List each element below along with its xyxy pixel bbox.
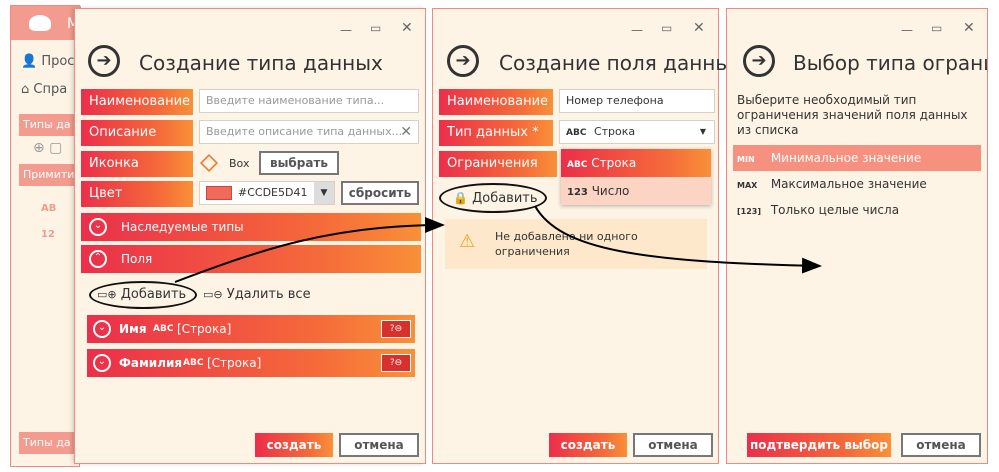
app-logo-icon (29, 15, 51, 31)
home-icon: ⌂ (21, 82, 30, 97)
constraint-prompt: Выберите необходимый тип ограничения зна… (737, 93, 968, 137)
maximize-icon[interactable]: ▭ (661, 21, 672, 35)
string-type-icon: ABC (566, 128, 587, 138)
remove-field-icon[interactable]: ?⊖ (381, 320, 411, 338)
minimize-icon[interactable]: — (631, 23, 643, 37)
toolbar-icons: ⊕ ▢ (33, 140, 63, 156)
type-dropdown: ABC Строка 123 Число (561, 149, 711, 205)
number-type-icon: 123 (567, 187, 588, 198)
color-label: Цвет (81, 181, 193, 207)
icon-value: Box (229, 157, 250, 170)
add-field-icon: ▭⊕ (97, 288, 117, 301)
tab-data-types-bottom[interactable]: Типы да (19, 432, 81, 454)
main-window: M 👤 Прос ⌂ Спра Типы да ⊕ ▢ Примити AB12… (10, 5, 81, 467)
cancel-button[interactable]: отмена (901, 433, 981, 457)
user-icon: 👤 (21, 54, 38, 69)
chevron-up-icon: ⌃ (89, 250, 107, 268)
page-title: Выбор типа огранич (793, 51, 988, 75)
dropdown-option-string[interactable]: ABC Строка (561, 149, 711, 177)
close-icon[interactable]: ✕ (963, 20, 975, 36)
constraint-item-min[interactable]: MIN Минимальное значение (733, 145, 981, 171)
chevron-down-icon: ⌄ (89, 218, 107, 236)
constraint-item-integer[interactable]: [123] Только целые числа (733, 197, 981, 223)
page-title: Создание поля данных (499, 51, 744, 75)
back-arrow-icon[interactable]: ➔ (743, 45, 775, 77)
create-field-window: — ▭ ✕ ➔ Создание поля данных Наименовани… (432, 8, 743, 464)
constraint-type-window: — ▭ ✕ ➔ Выбор типа огранич Выберите необ… (726, 8, 988, 464)
back-arrow-icon[interactable]: ➔ (88, 45, 120, 77)
lock-icon: 🔒 (453, 191, 468, 205)
string-type-icon: ABC (153, 324, 174, 334)
string-type-icon: ABC (183, 358, 204, 368)
cancel-button[interactable]: отмена (633, 433, 713, 457)
cancel-button[interactable]: отмена (339, 433, 419, 457)
tab-primitives[interactable]: Примити (19, 164, 81, 186)
clear-icon[interactable]: ✕ (400, 121, 412, 143)
chevron-down-icon: ⌄ (93, 320, 111, 338)
min-icon: MIN (737, 155, 755, 164)
field-row[interactable]: ⌄ Фамилия ABC [Строка] ?⊖ (87, 349, 415, 377)
maximize-icon[interactable]: ▭ (370, 21, 381, 35)
chevron-down-icon: ⌄ (93, 354, 111, 372)
warning-icon: ⚠ (459, 231, 476, 252)
page-title: Создание типа данных (139, 51, 383, 75)
primitive-icons: AB 12 (41, 203, 57, 240)
constraints-label: Ограничения (439, 151, 557, 177)
back-arrow-icon[interactable]: ➔ (447, 45, 479, 77)
field-name-input[interactable]: Номер телефона (559, 89, 715, 113)
color-swatch (206, 186, 232, 200)
inherited-types-section[interactable]: ⌄ Наследуемые типы (81, 213, 421, 241)
remove-field-icon: ▭⊖ (203, 288, 223, 301)
minimize-icon[interactable]: — (340, 23, 352, 37)
data-type-label: Тип данных * (439, 120, 553, 146)
remove-all-button[interactable]: ▭⊖ Удалить все (203, 287, 311, 302)
data-type-select[interactable]: ABC Строка ▼ (559, 120, 715, 144)
add-constraint-button[interactable]: 🔒 Добавить (439, 183, 547, 213)
description-input[interactable]: Введите описание типа данных... ✕ (199, 120, 419, 144)
maximize-icon[interactable]: ▭ (931, 21, 942, 35)
dropdown-option-number[interactable]: 123 Число (561, 177, 711, 205)
box-icon (199, 153, 219, 173)
tab-data-types[interactable]: Типы да (19, 114, 81, 136)
confirm-button[interactable]: подтвердить выбор (747, 433, 891, 457)
description-label: Описание (81, 120, 193, 146)
chevron-down-icon[interactable]: ▼ (314, 182, 334, 204)
minimize-icon[interactable]: — (901, 23, 913, 37)
create-type-window: — ▭ ✕ ➔ Создание типа данных Наименовани… (74, 8, 426, 464)
string-type-icon: ABC (567, 160, 588, 170)
create-button[interactable]: создать (549, 433, 627, 457)
menu-item-profile[interactable]: 👤 Прос (21, 54, 74, 69)
field-name-label: Наименование * (439, 89, 553, 135)
fields-section[interactable]: ⌃ Поля (81, 245, 421, 273)
add-field-button[interactable]: ▭⊕ Добавить (89, 281, 197, 309)
constraint-item-max[interactable]: MAX Максимальное значение (733, 171, 981, 197)
max-icon: MAX (737, 181, 758, 190)
name-label: Наименование * (81, 89, 193, 135)
reset-button[interactable]: сбросить (341, 181, 419, 205)
icon-label: Иконка (81, 151, 193, 177)
close-icon[interactable]: ✕ (693, 20, 705, 36)
menu-item-reference[interactable]: ⌂ Спра (21, 82, 67, 97)
close-icon[interactable]: ✕ (401, 20, 413, 36)
chevron-down-icon: ▼ (699, 127, 706, 136)
choose-button[interactable]: выбрать (259, 151, 339, 175)
color-picker[interactable]: #CCDE5D41 ▼ (199, 181, 335, 205)
remove-field-icon[interactable]: ?⊖ (381, 354, 411, 372)
name-input[interactable]: Введите наименование типа... (199, 89, 419, 113)
field-row[interactable]: ⌄ Имя ABC [Строка] ?⊖ (87, 315, 415, 343)
integer-icon: [123] (737, 207, 762, 216)
empty-warning: ⚠ Не добавлено ни одного ограничения (445, 219, 707, 269)
create-button[interactable]: создать (255, 433, 333, 457)
